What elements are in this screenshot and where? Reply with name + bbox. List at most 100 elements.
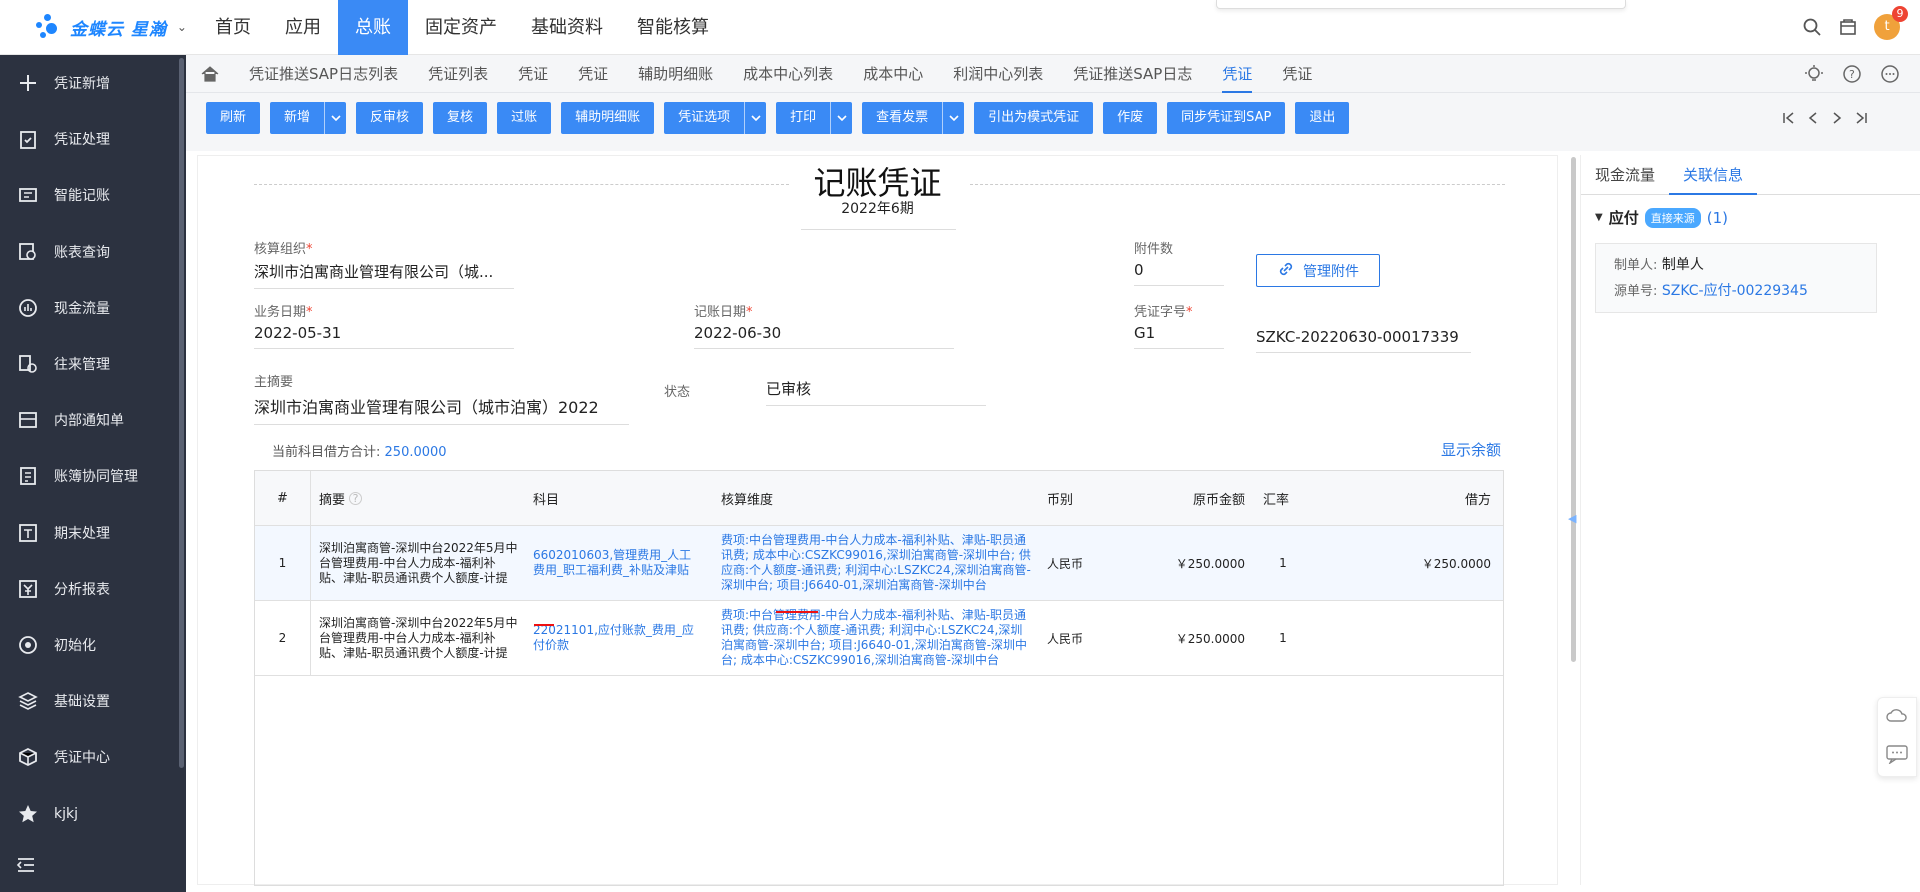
topnav-item[interactable]: 总账 <box>338 0 408 55</box>
toolbar-button[interactable]: 新增 <box>270 102 347 134</box>
chat-icon[interactable] <box>1885 744 1909 768</box>
tab-item[interactable]: 凭证 <box>563 55 623 93</box>
toolbar-button-label: 作废 <box>1117 110 1144 125</box>
attach-count-field[interactable]: 附件数 0 <box>1134 238 1224 286</box>
sidebar-scrollbar[interactable] <box>179 58 184 768</box>
sidebar-item[interactable]: kjkj <box>0 785 186 841</box>
last-record-icon[interactable] <box>1854 110 1868 130</box>
toolbar-button[interactable]: 同步凭证到SAP <box>1167 102 1286 134</box>
sidebar-item[interactable]: 凭证中心 <box>0 729 186 785</box>
sidebar-item[interactable]: 凭证新增 <box>0 55 186 111</box>
word-value[interactable]: G1 <box>1134 324 1224 349</box>
sidebar-item[interactable]: 凭证处理 <box>0 111 186 167</box>
topnav-item[interactable]: 智能核算 <box>620 0 726 55</box>
chevron-down-icon[interactable] <box>830 102 852 134</box>
row-account[interactable]: 6602010603,管理费用_人工费用_职工福利费_补贴及津贴 <box>533 526 703 600</box>
tab-item[interactable]: 成本中心列表 <box>728 55 848 93</box>
tab-item[interactable]: 成本中心 <box>848 55 938 93</box>
toolbar-button[interactable]: 过账 <box>497 102 552 134</box>
toolbar-button[interactable]: 退出 <box>1295 102 1350 134</box>
toolbar-button[interactable]: 反审核 <box>356 102 424 134</box>
org-field[interactable]: 核算组织* 深圳市泊寓商业管理有限公司（城... <box>254 238 514 289</box>
manage-attachment-button[interactable]: 管理附件 <box>1256 254 1380 287</box>
row-account[interactable]: 22021101,应付账款_费用_应付价款 <box>533 601 703 675</box>
next-record-icon[interactable] <box>1830 110 1844 130</box>
bookdate-field[interactable]: 记账日期* 2022-06-30 <box>694 301 954 349</box>
table-row[interactable]: 2 深圳泊寓商管-深圳中台2022年5月中台管理费用-中台人力成本-福利补贴、津贴… <box>255 601 1503 676</box>
home-icon[interactable] <box>186 64 234 84</box>
sidebar-item[interactable]: 现金流量 <box>0 280 186 336</box>
grid-header: # 摘要? 科目 核算维度 币别 原币金额 汇率 借方 <box>255 471 1503 526</box>
collapse-left-icon[interactable]: ◀ <box>1568 512 1576 525</box>
cloud-icon[interactable] <box>1885 706 1909 728</box>
sidebar-item[interactable]: 往来管理 <box>0 336 186 392</box>
tab-item[interactable]: 凭证列表 <box>413 55 503 93</box>
attach-count[interactable]: 0 <box>1134 261 1224 286</box>
theme-bulb-icon[interactable] <box>1804 64 1824 88</box>
tab-cash-flow[interactable]: 现金流量 <box>1581 155 1669 195</box>
help-icon[interactable]: ? <box>349 491 363 505</box>
summary-field[interactable]: 主摘要 深圳市泊寓商业管理有限公司（城市泊寓）2022 <box>254 371 629 425</box>
toolbar-button[interactable]: 刷新 <box>206 102 261 134</box>
bizdate-value[interactable]: 2022-05-31 <box>254 324 514 349</box>
show-balance-link[interactable]: 显示余额 <box>1441 439 1501 460</box>
tab-item[interactable]: 凭证推送SAP日志 <box>1058 55 1207 93</box>
avatar[interactable]: t9 <box>1874 6 1908 40</box>
topnav-item[interactable]: 基础资料 <box>514 0 620 55</box>
triangle-down-icon[interactable]: ▼ <box>1595 212 1603 223</box>
toolbar-button[interactable]: 辅助明细账 <box>561 102 655 134</box>
main-scrollbar[interactable] <box>1571 157 1576 662</box>
sidebar-item[interactable]: 初始化 <box>0 617 186 673</box>
topnav-item[interactable]: 固定资产 <box>408 0 514 55</box>
sidebar-item[interactable]: 基础设置 <box>0 673 186 729</box>
tab-item[interactable]: 凭证 <box>503 55 563 93</box>
chevron-down-icon[interactable]: ⌄ <box>177 20 187 34</box>
tab-item[interactable]: 辅助明细账 <box>623 55 728 93</box>
bizdate-field[interactable]: 业务日期* 2022-05-31 <box>254 301 514 349</box>
src-bill-link[interactable]: SZKC-应付-00229345 <box>1662 283 1808 299</box>
sidebar-item[interactable]: 账簿协同管理 <box>0 448 186 504</box>
summary-value[interactable]: 深圳市泊寓商业管理有限公司（城市泊寓）2022 <box>254 394 629 425</box>
chevron-down-icon[interactable] <box>324 102 346 134</box>
topnav-item[interactable]: 首页 <box>198 0 268 55</box>
toolbar-button[interactable]: 引出为模式凭证 <box>974 102 1094 134</box>
tab-item[interactable]: 利润中心列表 <box>938 55 1058 93</box>
sidebar-item[interactable]: 分析报表 <box>0 561 186 617</box>
sidebar-item[interactable]: 内部通知单 <box>0 392 186 448</box>
more-icon[interactable] <box>1880 64 1900 88</box>
row-dims[interactable]: 费项:中台管理费用-中台人力成本-福利补贴、津贴-职员通讯费; 成本中心:CSZ… <box>721 526 1031 600</box>
bookdate-value[interactable]: 2022-06-30 <box>694 324 954 349</box>
tab-item[interactable]: 凭证推送SAP日志列表 <box>234 55 413 93</box>
voucher-word-field[interactable]: 凭证字号* G1 <box>1134 301 1224 349</box>
billno-value[interactable]: SZKC-20220630-00017339 <box>1256 328 1471 353</box>
billno-field[interactable]: SZKC-20220630-00017339 <box>1256 328 1471 353</box>
help-circle-icon[interactable]: ? <box>1842 64 1862 88</box>
col-debit: 借方 <box>1464 492 1491 508</box>
brand-logo[interactable]: 金蝶云 星瀚 ⌄ <box>36 12 187 42</box>
toolbar-button[interactable]: 打印 <box>776 102 853 134</box>
chevron-down-icon[interactable] <box>942 102 964 134</box>
sidebar-item[interactable]: 期末处理 <box>0 505 186 561</box>
sidebar-item[interactable]: 账表查询 <box>0 224 186 280</box>
tab-related-info[interactable]: 关联信息 <box>1669 155 1758 195</box>
table-row[interactable]: 1 深圳泊寓商管-深圳中台2022年5月中台管理费用-中台人力成本-福利补贴、津贴… <box>255 526 1503 601</box>
row-dims[interactable]: 费项:中台管理费用-中台人力成本-福利补贴、津贴-职员通讯费; 供应商:个人额度… <box>721 601 1031 675</box>
toolbar-button[interactable]: 复核 <box>433 102 488 134</box>
collapse-menu-icon[interactable] <box>16 856 36 878</box>
prev-record-icon[interactable] <box>1806 110 1820 130</box>
search-icon[interactable] <box>1802 17 1822 37</box>
first-record-icon[interactable] <box>1782 110 1796 130</box>
org-value[interactable]: 深圳市泊寓商业管理有限公司（城... <box>254 261 514 289</box>
topnav-item[interactable]: 应用 <box>268 0 338 55</box>
toolbar-button[interactable]: 查看发票 <box>862 102 965 134</box>
chevron-down-icon[interactable] <box>744 102 766 134</box>
sidebar-item[interactable]: 智能记账 <box>0 167 186 223</box>
message-icon[interactable] <box>1838 17 1858 37</box>
payable-section[interactable]: ▼ 应付 直接来源 (1) <box>1595 207 1728 228</box>
tab-item[interactable]: 凭证 <box>1207 55 1267 93</box>
tab-item[interactable]: 凭证 <box>1267 55 1327 93</box>
related-card[interactable]: 制单人: 制单人 源单号: SZKC-应付-00229345 <box>1595 243 1877 313</box>
toolbar-button[interactable]: 作废 <box>1103 102 1158 134</box>
toolbar-button[interactable]: 凭证选项 <box>664 102 767 134</box>
col-summary-label: 摘要 <box>319 492 346 508</box>
